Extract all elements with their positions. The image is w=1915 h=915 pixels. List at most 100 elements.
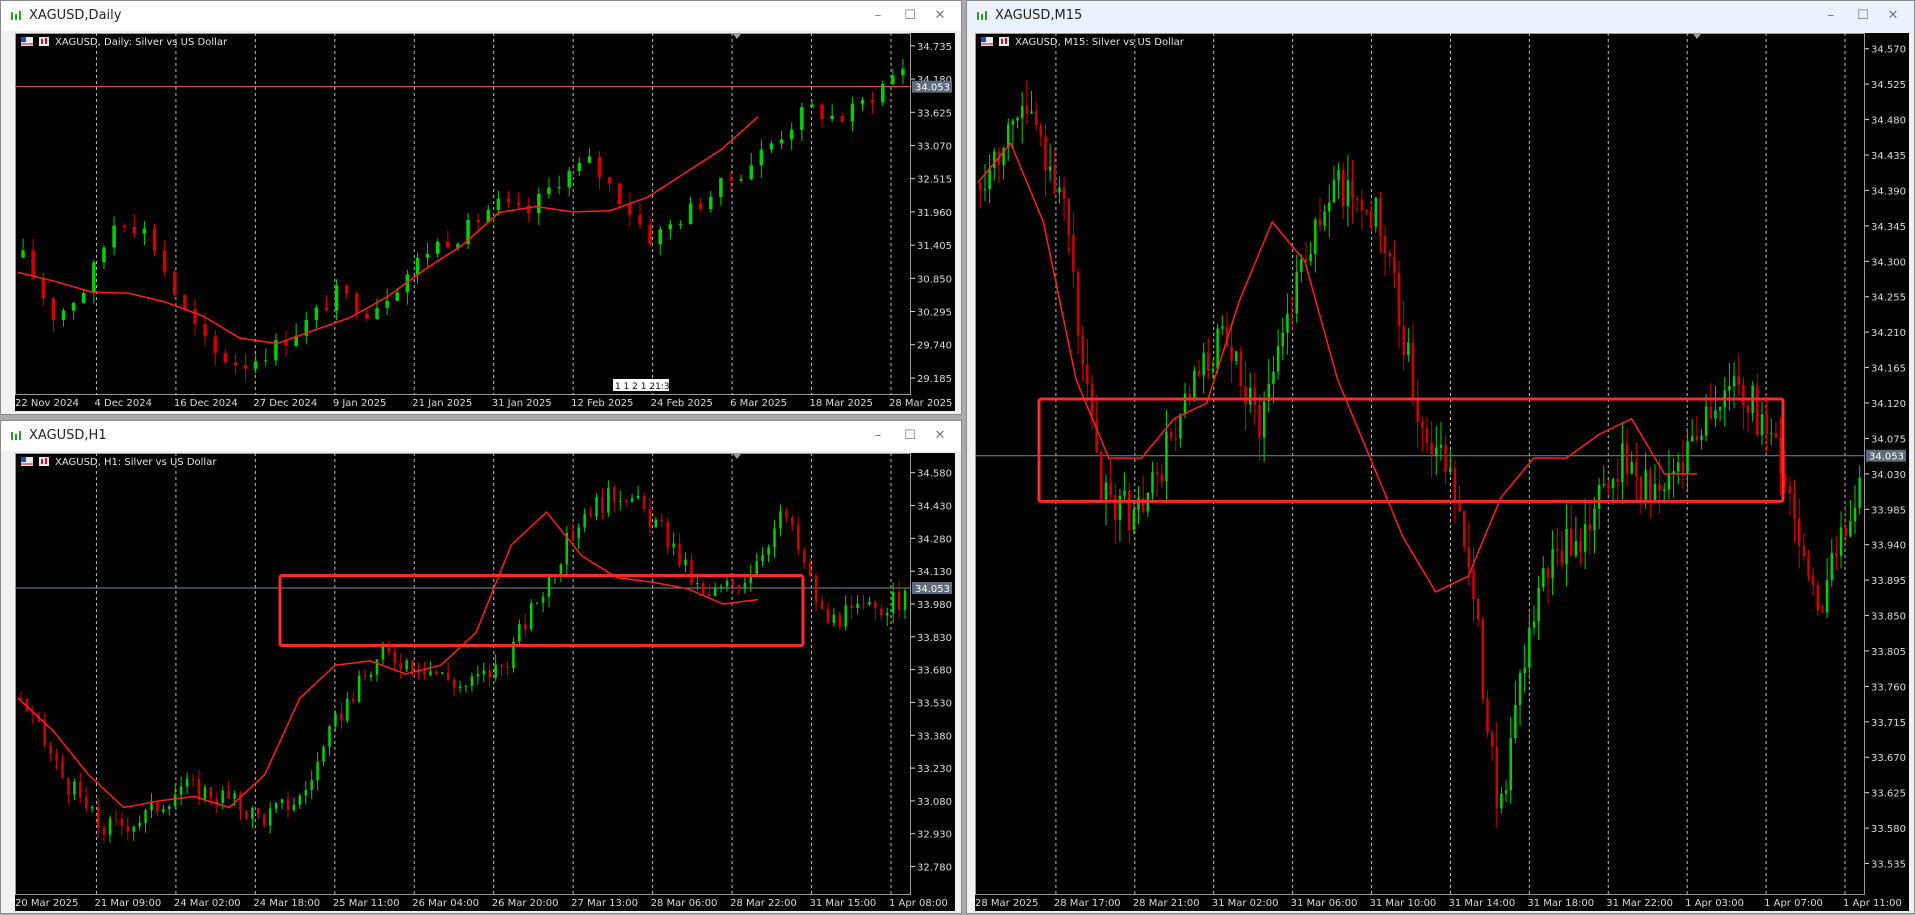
- candle-body: [90, 806, 94, 809]
- price-chart[interactable]: 28 Mar 2025 28 Mar 17:00 28 Mar 21:00 31 Ma…: [975, 33, 1909, 911]
- candle-body: [1337, 169, 1340, 181]
- window-titlebar[interactable]: XAGUSD,M15 – ☐ ✕: [967, 1, 1914, 31]
- minimize-button[interactable]: –: [867, 7, 889, 25]
- candle-body: [1272, 371, 1275, 384]
- candle-body: [642, 496, 646, 509]
- candle-body: [1248, 387, 1252, 405]
- y-tick-label: 33.580: [1871, 824, 1906, 835]
- candle-body: [1504, 790, 1508, 794]
- y-tick-label: 33.985: [1871, 505, 1906, 516]
- x-tick-label: 31 Mar 22:00: [1606, 898, 1673, 909]
- candle-body: [411, 660, 414, 672]
- candle-body: [696, 583, 699, 585]
- candle-body: [814, 575, 818, 602]
- candle-body: [506, 198, 511, 203]
- candle-body: [304, 789, 308, 796]
- candle-body: [221, 790, 224, 803]
- y-tick-label: 33.940: [1871, 541, 1906, 552]
- chart-symbol-label: XAGUSD, Daily: Silver vs US Dollar: [55, 37, 228, 48]
- candle-body: [21, 250, 25, 258]
- window-titlebar[interactable]: XAGUSD,Daily – ☐ ✕: [1, 1, 961, 31]
- candle-body: [856, 603, 859, 609]
- candle-body: [464, 685, 468, 687]
- x-tick-label: 31 Mar 02:00: [1212, 898, 1279, 909]
- window-title: XAGUSD,H1: [29, 428, 107, 443]
- candle-body: [1151, 472, 1154, 494]
- close-button[interactable]: ✕: [929, 427, 951, 445]
- candle-body: [577, 162, 582, 171]
- candle-body: [870, 99, 875, 103]
- candle-body: [1695, 436, 1699, 440]
- close-button[interactable]: ✕: [929, 7, 951, 25]
- x-tick-label: 1 Apr 08:00: [889, 898, 948, 909]
- candle-body: [725, 581, 729, 587]
- candlestick-chart[interactable]: 28 Mar 2025 28 Mar 17:00 28 Mar 21:00 31 Ma…: [975, 33, 1909, 911]
- maximize-button[interactable]: ☐: [899, 427, 921, 445]
- candle-body: [79, 782, 82, 798]
- price-chart[interactable]: 22 Nov 2024 4 Dec 2024 16 Dec 2024 27 Dec 2…: [15, 33, 955, 411]
- x-tick-label: 27 Dec 2024: [253, 398, 317, 409]
- candle-body: [1202, 352, 1205, 376]
- candle-body: [1746, 405, 1750, 413]
- candle-body: [253, 361, 258, 369]
- candle-body: [1644, 470, 1647, 500]
- candle-body: [739, 179, 743, 181]
- y-tick-label: 34.435: [1871, 151, 1906, 162]
- candle-body: [334, 713, 337, 727]
- candle-body: [719, 177, 723, 197]
- candle-body: [440, 672, 444, 674]
- candle-body: [1849, 521, 1852, 537]
- y-tick-label: 34.030: [1871, 470, 1906, 481]
- candle-body: [988, 167, 991, 190]
- window-titlebar[interactable]: XAGUSD,H1 – ☐ ✕: [1, 421, 961, 451]
- candle-body: [61, 760, 64, 778]
- candle-body: [1667, 474, 1671, 490]
- close-button[interactable]: ✕: [1882, 7, 1904, 25]
- maximize-button[interactable]: ☐: [899, 7, 921, 25]
- price-chart[interactable]: 20 Mar 2025 21 Mar 09:00 24 Mar 02:00 24 Ma…: [15, 453, 955, 911]
- candle-body: [769, 143, 774, 150]
- candlestick-chart[interactable]: 20 Mar 2025 21 Mar 09:00 24 Mar 02:00 24 Ma…: [15, 453, 955, 911]
- candlestick-chart[interactable]: 22 Nov 2024 4 Dec 2024 16 Dec 2024 27 Dec 2…: [15, 33, 955, 411]
- minimize-button[interactable]: –: [867, 427, 889, 445]
- candle-body: [868, 601, 871, 605]
- chart-type-icon: [39, 37, 49, 46]
- candle-body: [1300, 258, 1303, 272]
- y-tick-label: 33.680: [917, 666, 952, 677]
- candle-body: [1360, 199, 1364, 211]
- y-tick-label: 33.230: [917, 764, 952, 775]
- candle-body: [1127, 490, 1131, 531]
- candle-body: [1025, 106, 1029, 114]
- candle-body: [713, 588, 717, 596]
- candle-body: [702, 583, 705, 595]
- candle-body: [344, 285, 349, 294]
- candle-body: [41, 278, 46, 299]
- candle-body: [731, 581, 735, 585]
- x-tick-label: 28 Mar 2025: [889, 398, 952, 409]
- candle-body: [51, 298, 56, 321]
- candle-body: [1462, 511, 1466, 547]
- chart-window-m15[interactable]: XAGUSD,M15 – ☐ ✕ 28 Mar 2025 28 Mar 17:00…: [966, 0, 1915, 914]
- x-tick-label: 28 Mar 06:00: [651, 898, 718, 909]
- candle-body: [850, 103, 855, 122]
- candle-body: [1072, 234, 1075, 273]
- candle-body: [173, 794, 177, 807]
- candle-body: [707, 594, 711, 596]
- candle-body: [1542, 568, 1545, 588]
- candle-body: [446, 672, 450, 681]
- chart-window-daily[interactable]: XAGUSD,Daily – ☐ ✕ 22 Nov 2024 4 Dec 2024…: [0, 0, 962, 415]
- maximize-button[interactable]: ☐: [1852, 7, 1874, 25]
- candle-body: [1551, 549, 1554, 578]
- candle-body: [779, 511, 782, 529]
- candle-body: [1779, 437, 1782, 474]
- candle-body: [1453, 468, 1457, 502]
- candle-body: [1030, 111, 1033, 114]
- candle-body: [1835, 552, 1838, 556]
- candle-body: [1649, 470, 1652, 500]
- candle-body: [1309, 254, 1312, 262]
- chart-window-h1[interactable]: XAGUSD,H1 – ☐ ✕ 20 Mar 2025 21 Mar 09:00 2…: [0, 420, 962, 914]
- candle-body: [324, 307, 329, 311]
- minimize-button[interactable]: –: [1820, 7, 1842, 25]
- candle-body: [537, 194, 541, 214]
- candle-body: [1383, 236, 1387, 254]
